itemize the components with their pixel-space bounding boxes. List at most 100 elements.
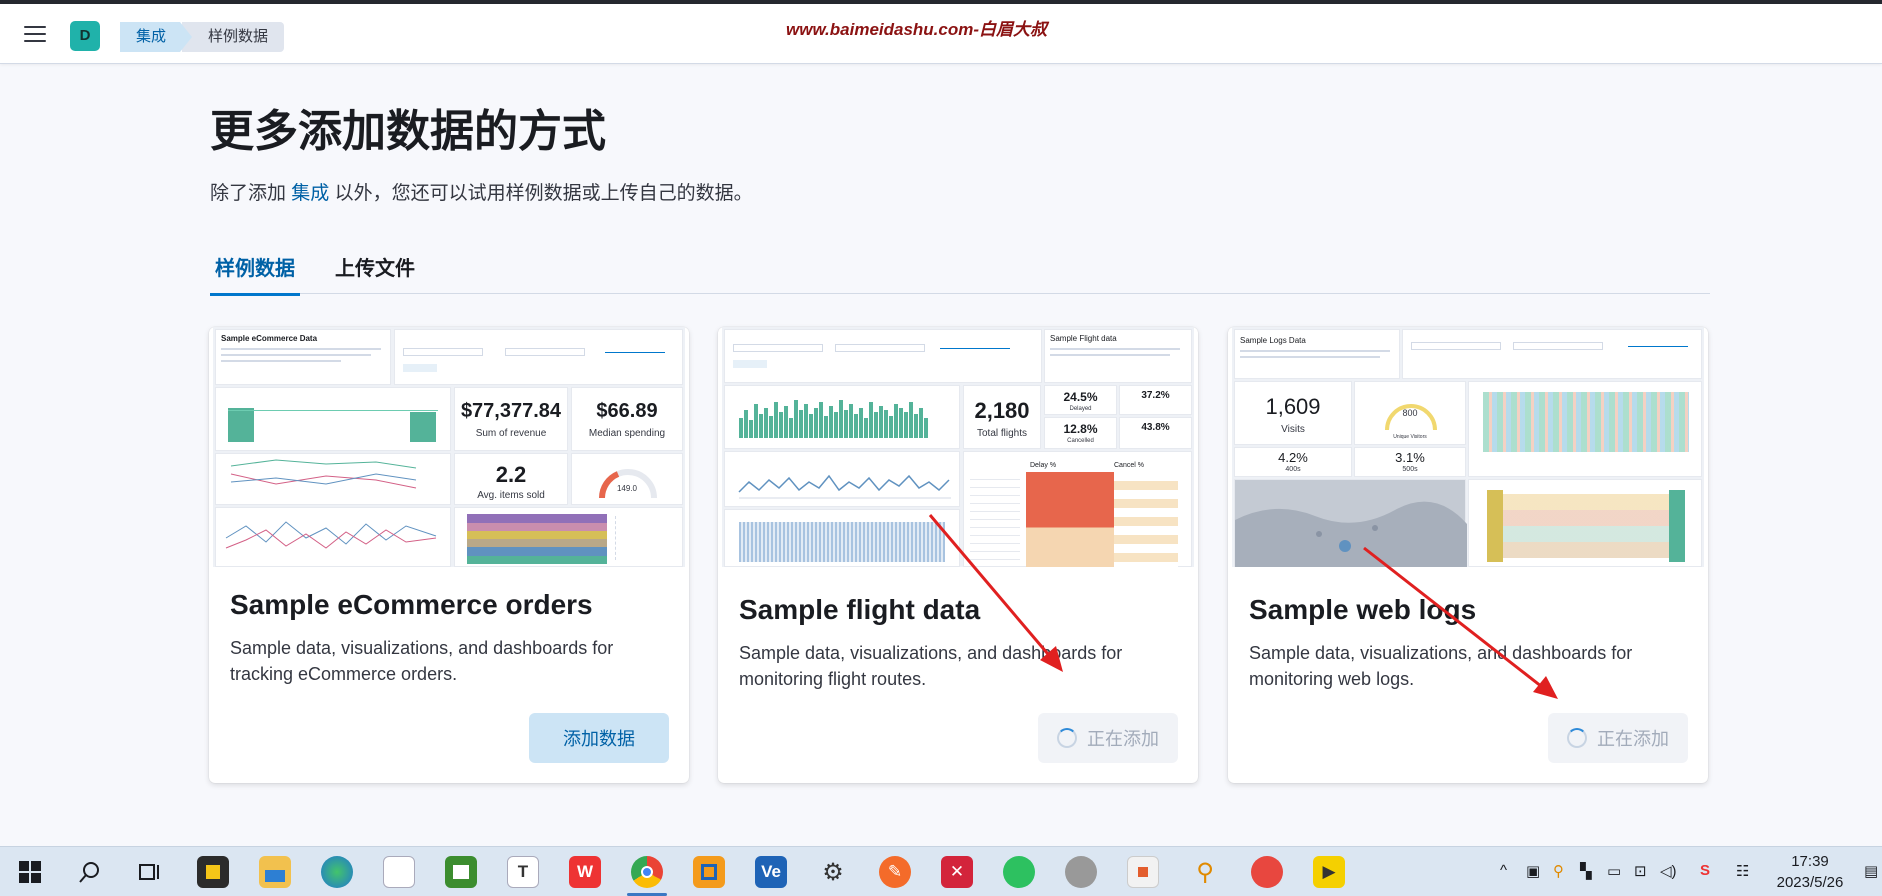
thumb-revenue-label: Sum of revenue [475,428,547,439]
thumb-col-cancel: Cancel % [1114,462,1144,469]
xmind-icon[interactable]: ✕ [941,856,973,888]
thumb-median-label: Median spending [588,428,666,439]
thumb-cancelled: 12.8% [1063,422,1098,436]
breadcrumb: 集成 样例数据 [120,22,285,52]
thumb-line-chart [230,459,417,489]
thumb-cancelled-label: Cancelled [1067,438,1094,444]
tab-upload-file[interactable]: 上传文件 [330,252,420,293]
spinner-icon [1057,728,1077,748]
thumb-400s-label: 400s [1285,466,1301,473]
notification-icon[interactable]: ▤ [1864,862,1878,880]
thumb-500s-label: 500s [1402,466,1418,473]
search-tool-icon[interactable]: ⚲ [1189,856,1221,888]
system-clock[interactable]: 17:39 2023/5/26 [1768,851,1852,893]
pen-app-icon[interactable]: ✎ [879,856,911,888]
card-ecommerce: Sample eCommerce Data $77,377.84 Sum of … [209,327,689,783]
card-weblogs: Sample Logs Data 1,609 Visits 800 Unique… [1228,327,1708,783]
app-header: D 集成 样例数据 www.baimeidashu.com-白眉大叔 [0,4,1882,64]
thumb-pct2: 43.8% [1141,422,1170,433]
flight-thumbnail: Sample Flight data 2,180 Total flights 2… [722,327,1194,567]
page-subtitle: 除了添加 集成 以外，您还可以试用样例数据或上传自己的数据。 [210,178,753,205]
thumb-map [1235,501,1467,567]
card-title: Sample eCommerce orders [230,589,593,620]
thumb-items: 2.2 [495,462,527,487]
search-icon[interactable] [74,856,106,888]
thumb-items-label: Avg. items sold [477,490,545,501]
weblogs-thumbnail: Sample Logs Data 1,609 Visits 800 Unique… [1232,327,1704,567]
ve-app-icon[interactable]: Ve [755,856,787,888]
clock-date: 2023/5/26 [1776,874,1844,891]
thumb-header: Sample Flight data [1050,334,1117,343]
tray-search-icon[interactable]: ⚲ [1553,862,1564,880]
breadcrumb-sample-data: 样例数据 [182,22,285,52]
player-icon[interactable]: ▶ [1313,856,1345,888]
card-description: Sample data, visualizations, and dashboa… [230,638,614,684]
input-method-icon[interactable]: S [1700,862,1710,879]
thumb-total-flights: 2,180 [974,398,1030,423]
clock-time: 17:39 [1791,853,1829,870]
card-description: Sample data, visualizations, and dashboa… [1249,643,1633,689]
document-icon[interactable] [383,856,415,888]
thumb-delayed-label: Delayed [1069,406,1092,412]
adding-label: 正在添加 [1087,729,1159,749]
thumb-visits-label: Visits [1281,424,1305,435]
red-app-icon[interactable] [1251,856,1283,888]
adding-button[interactable]: 正在添加 [1548,713,1688,763]
network-icon[interactable]: ⊡ [1634,862,1647,880]
thumb-header: Sample Logs Data [1240,336,1306,345]
menu-icon[interactable] [24,26,46,44]
thumb-gauge [599,469,657,499]
thumb-visits: 1,609 [1265,394,1321,419]
wps-icon[interactable]: W [569,856,601,888]
wechat-icon[interactable] [1003,856,1035,888]
thumb-area-chart [738,474,951,499]
typora-icon[interactable]: T [507,856,539,888]
breadcrumb-integrations[interactable]: 集成 [120,22,192,52]
chart-app-icon[interactable] [445,856,477,888]
adding-button[interactable]: 正在添加 [1038,713,1178,763]
start-icon[interactable] [14,856,46,888]
settings-gear-icon[interactable]: ⚙ [817,856,849,888]
thumb-median: $66.89 [596,400,658,422]
tab-bar: 样例数据 上传文件 [210,248,1710,296]
add-data-button[interactable]: 添加数据 [529,713,669,763]
integrations-link[interactable]: 集成 [291,183,329,204]
thumb-gauge-value: 149.0 [616,484,638,493]
edge-browser-icon[interactable] [321,856,353,888]
tray-grid-icon[interactable]: ☷ [1736,862,1749,880]
tray-app-icon-2[interactable]: ▚ [1580,862,1592,880]
file-explorer-icon[interactable] [259,856,291,888]
thumb-pct1: 37.2% [1141,390,1170,401]
card-description: Sample data, visualizations, and dashboa… [739,643,1123,689]
thumb-400s: 4.2% [1278,450,1308,465]
thumb-delayed: 24.5% [1063,390,1098,404]
subtitle-text-pre: 除了添加 [210,183,292,204]
page-title: 更多添加数据的方式 [210,107,606,156]
tray-app-icon-1[interactable]: ▣ [1526,862,1540,880]
thumb-header: Sample eCommerce Data [221,334,318,343]
tab-sample-data[interactable]: 样例数据 [210,252,300,296]
subtitle-text-post: 以外，您还可以试用样例数据或上传自己的数据。 [329,183,753,204]
task-view-icon[interactable] [133,856,165,888]
thumb-gauge-value: 800 [1402,408,1418,418]
thumb-500s: 3.1% [1395,450,1425,465]
card-flight: Sample Flight data 2,180 Total flights 2… [718,327,1198,783]
adding-label: 正在添加 [1597,729,1669,749]
card-title: Sample flight data [739,594,981,625]
volume-icon[interactable]: ◁) [1660,862,1677,880]
battery-icon[interactable]: ▭ [1607,862,1621,880]
chrome-icon[interactable] [631,856,663,888]
app-icon-grey[interactable] [1065,856,1097,888]
thumb-col-delay: Delay % [1030,462,1057,469]
card-title: Sample web logs [1249,594,1477,625]
tray-chevron-icon[interactable]: ^ [1500,862,1507,879]
slides-app-icon[interactable] [1127,856,1159,888]
thumb-total-label: Total flights [976,428,1028,439]
watermark-text: www.baimeidashu.com-白眉大叔 [786,20,1048,39]
thumb-multi-line-chart [225,521,437,549]
windows-taskbar: T W Ve ⚙ ✎ ✕ ⚲ ▶ ^ ▣ ⚲ ▚ ▭ ⊡ ◁) S ☷ 17:3… [0,846,1882,896]
vmware-icon[interactable] [693,856,725,888]
thumb-revenue: $77,377.84 [460,400,562,422]
space-avatar[interactable]: D [70,21,100,51]
sticky-notes-icon[interactable] [197,856,229,888]
